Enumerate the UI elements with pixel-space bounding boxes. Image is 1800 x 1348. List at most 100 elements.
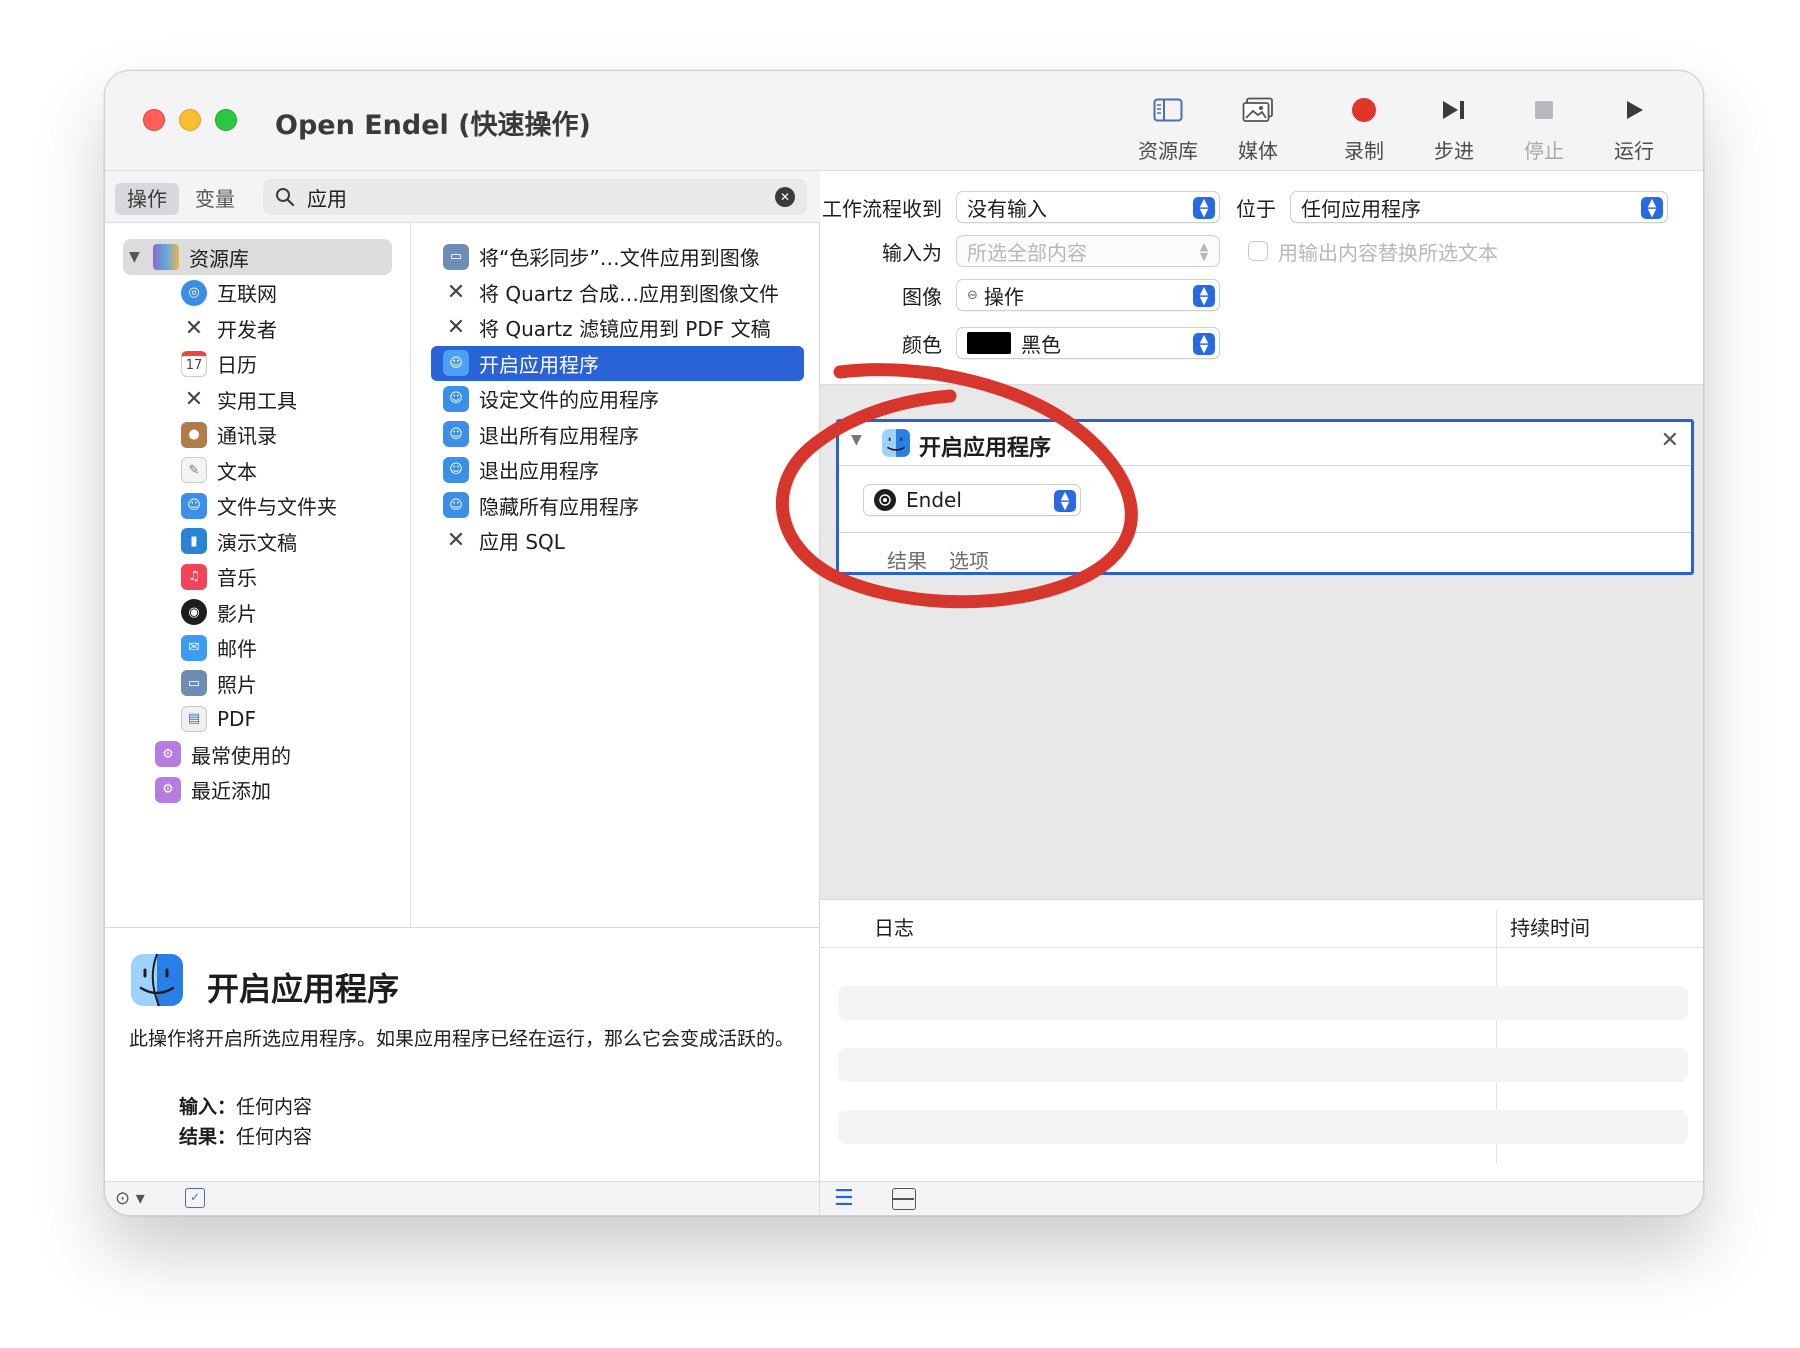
replace-text-option[interactable]: 用输出内容替换所选文本: [1248, 237, 1498, 266]
category-list: ▼ 资源库 ◎ 互联网 ✕ 开发者 17 日历 ✕ 实用工具 ● 通讯录 ✎ 文…: [105, 223, 411, 927]
title-bar: Open Endel (快速操作) 资源库 媒体 录制 步进 停止 运行: [105, 71, 1703, 171]
close-icon[interactable]: ✕: [1661, 428, 1679, 453]
action-card-header: ▼ 开启应用程序 ✕: [839, 422, 1691, 466]
close-window-button[interactable]: [143, 109, 165, 131]
finder-icon: [881, 428, 911, 462]
updown-chevron-icon: ▲ ▼: [1193, 333, 1215, 355]
updown-chevron-icon: ▲ ▼: [1199, 240, 1209, 263]
contacts-icon: ●: [181, 421, 207, 448]
category-label: 音乐: [217, 566, 257, 591]
finder-icon: ☺: [443, 421, 469, 448]
action-item[interactable]: ☺ 设定文件的应用程序: [431, 381, 804, 417]
category-movies[interactable]: ◉ 影片: [105, 595, 410, 631]
list-view-icon[interactable]: ☰: [834, 1186, 854, 1211]
log-status-bar: ☰: [820, 1181, 1703, 1215]
media-button[interactable]: 媒体: [1213, 85, 1303, 165]
action-label: 将“色彩同步”…文件应用到图像: [479, 246, 760, 271]
category-presentations[interactable]: ▮ 演示文稿: [105, 524, 410, 560]
action-item[interactable]: ▭ 将“色彩同步”…文件应用到图像: [431, 239, 804, 275]
action-item[interactable]: ✕ 将 Quartz 合成…应用到图像文件: [431, 275, 804, 311]
image-value: 操作: [983, 284, 1024, 309]
action-item[interactable]: ☺ 隐藏所有应用程序: [431, 488, 804, 524]
receives-row: 工作流程收到 没有输入 ▲ ▼ 位于 任何应用程序 ▲ ▼: [820, 191, 1668, 223]
input-is-row: 输入为 所选全部内容 ▲ ▼ 用输出内容替换所选文本: [820, 235, 1498, 267]
log-header: 日志 持续时间: [820, 900, 1703, 948]
run-label: 运行: [1614, 139, 1654, 163]
color-swatch: [967, 332, 1011, 354]
action-item[interactable]: ☺ 退出所有应用程序: [431, 417, 804, 453]
stop-label: 停止: [1524, 139, 1564, 163]
in-app-popup[interactable]: 任何应用程序 ▲ ▼: [1290, 191, 1668, 223]
search-input[interactable]: [307, 183, 727, 211]
application-popup[interactable]: Endel ▲ ▼: [863, 484, 1081, 516]
search-field[interactable]: ✕: [263, 179, 807, 215]
options-tab[interactable]: 选项: [949, 545, 989, 574]
library-button[interactable]: 资源库: [1123, 85, 1213, 165]
text-edit-icon: ✎: [181, 457, 207, 484]
input-is-label: 输入为: [882, 240, 942, 265]
window-controls: [143, 109, 237, 131]
record-button[interactable]: 录制: [1319, 85, 1409, 165]
image-popup[interactable]: ⊖ 操作 ▲ ▼: [956, 279, 1220, 311]
description-toggle-icon[interactable]: ✓: [185, 1188, 205, 1208]
category-library[interactable]: ▼ 资源库: [123, 239, 392, 275]
run-button[interactable]: 运行: [1589, 85, 1679, 165]
action-card[interactable]: ▼ 开启应用程序 ✕ Endel ▲ ▼ 结果 选项: [836, 419, 1694, 575]
description-input: 输入：任何内容: [179, 1092, 312, 1119]
smart-folder-icon: ⚙: [155, 776, 181, 803]
action-item-selected[interactable]: ☺ 开启应用程序: [431, 345, 804, 381]
minimize-window-button[interactable]: [179, 109, 201, 131]
stop-button[interactable]: 停止: [1499, 85, 1589, 165]
category-most-used[interactable]: ⚙ 最常使用的: [105, 737, 410, 773]
automator-window: Open Endel (快速操作) 资源库 媒体 录制 步进 停止 运行 操作 …: [104, 70, 1704, 1216]
step-button[interactable]: 步进: [1409, 85, 1499, 165]
category-utilities[interactable]: ✕ 实用工具: [105, 382, 410, 418]
category-calendar[interactable]: 17 日历: [105, 346, 410, 382]
description-title: 开启应用程序: [207, 970, 400, 1008]
category-music[interactable]: ♫ 音乐: [105, 559, 410, 595]
action-item[interactable]: ✕ 应用 SQL: [431, 523, 804, 559]
action-item[interactable]: ✕ 将 Quartz 滤镜应用到 PDF 文稿: [431, 310, 804, 346]
in-app-value: 任何应用程序: [1301, 196, 1421, 221]
results-tab[interactable]: 结果: [887, 545, 927, 574]
action-label: 退出所有应用程序: [479, 423, 639, 448]
stop-icon: [1532, 93, 1556, 127]
category-contacts[interactable]: ● 通讯录: [105, 417, 410, 453]
category-internet[interactable]: ◎ 互联网: [105, 275, 410, 311]
input-is-popup[interactable]: 所选全部内容 ▲ ▼: [956, 235, 1220, 267]
log-pane: 日志 持续时间: [820, 899, 1703, 1181]
log-row: [838, 1048, 1688, 1082]
step-forward-icon: [1440, 93, 1468, 127]
result-label: 结果：: [179, 1126, 237, 1148]
category-mail[interactable]: ✉ 邮件: [105, 630, 410, 666]
sidebar-icon: [1153, 93, 1183, 127]
tab-actions[interactable]: 操作: [115, 183, 179, 215]
receives-popup[interactable]: 没有输入 ▲ ▼: [956, 191, 1220, 223]
category-developer[interactable]: ✕ 开发者: [105, 311, 410, 347]
action-item[interactable]: ☺ 退出应用程序: [431, 452, 804, 488]
color-value: 黑色: [1021, 332, 1061, 357]
split-view-icon[interactable]: [892, 1188, 916, 1210]
music-icon: ♫: [181, 563, 207, 590]
keynote-icon: ▮: [181, 528, 207, 555]
clear-search-icon[interactable]: ✕: [775, 187, 795, 207]
action-description: 开启应用程序 此操作将开启所选应用程序。如果应用程序已经在运行，那么它会变成活跃…: [105, 927, 820, 1148]
color-popup[interactable]: 黑色 ▲ ▼: [956, 327, 1220, 359]
replace-text-checkbox[interactable]: [1248, 241, 1268, 261]
category-label: 通讯录: [217, 424, 277, 449]
more-options-icon[interactable]: ⊙ ▾: [115, 1188, 145, 1209]
media-label: 媒体: [1238, 139, 1278, 163]
color-row: 颜色 黑色 ▲ ▼: [820, 327, 1220, 359]
category-label: 开发者: [217, 317, 277, 342]
category-photos[interactable]: ▭ 照片: [105, 666, 410, 702]
category-files-folders[interactable]: ☺ 文件与文件夹: [105, 488, 410, 524]
zoom-window-button[interactable]: [215, 109, 237, 131]
category-pdf[interactable]: ▤ PDF: [105, 701, 410, 737]
duration-column[interactable]: 持续时间: [1510, 912, 1590, 941]
log-column[interactable]: 日志: [874, 912, 914, 941]
category-text[interactable]: ✎ 文本: [105, 453, 410, 489]
chevron-down-icon[interactable]: ▼: [129, 249, 147, 265]
tab-variables[interactable]: 变量: [183, 183, 247, 215]
chevron-down-icon[interactable]: ▼: [851, 432, 862, 448]
category-recently-added[interactable]: ⚙ 最近添加: [105, 772, 410, 808]
